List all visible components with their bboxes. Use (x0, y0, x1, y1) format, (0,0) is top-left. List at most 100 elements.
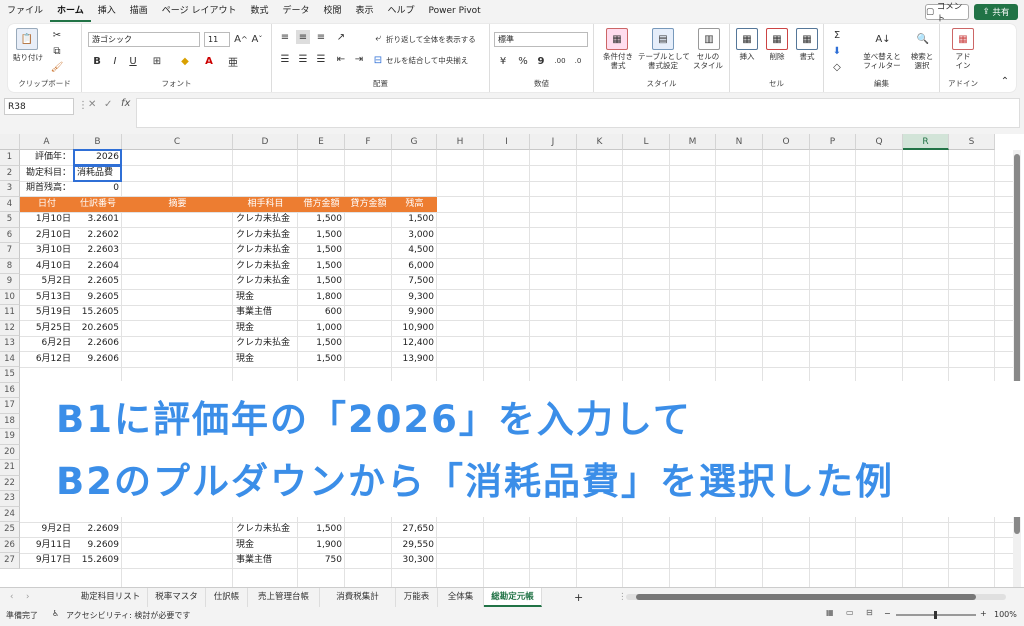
wrap-text-icon[interactable]: ⤶ (372, 32, 384, 44)
table-cell[interactable] (122, 522, 233, 537)
table-cell[interactable] (122, 553, 233, 568)
table-cell[interactable]: 1月10日 (20, 212, 74, 227)
menu-tab-1[interactable]: ホーム (50, 0, 91, 22)
table-cell[interactable] (122, 259, 233, 274)
format-cells-icon[interactable]: ▦ (796, 28, 818, 50)
table-cell[interactable]: 5月2日 (20, 274, 74, 289)
column-header-L[interactable]: L (623, 134, 670, 150)
table-cell[interactable]: 事業主借 (233, 305, 298, 320)
table-cell[interactable]: クレカ未払金 (233, 522, 298, 537)
column-header-A[interactable]: A (20, 134, 74, 150)
sort-filter-label[interactable]: 並べ替えと フィルター (860, 52, 904, 70)
table-cell[interactable]: 600 (298, 305, 345, 320)
comment-button[interactable]: ▢ コメント (925, 2, 969, 24)
account-label[interactable]: 勘定科目： (20, 166, 74, 181)
opening-balance-cell[interactable]: 0 (74, 181, 122, 196)
table-cell[interactable]: クレカ未払金 (233, 336, 298, 351)
table-cell[interactable]: 6月12日 (20, 352, 74, 367)
align-bottom-icon[interactable]: ≡ (314, 30, 328, 44)
formula-input[interactable] (136, 98, 1020, 128)
table-cell[interactable]: 2月10日 (20, 228, 74, 243)
name-box[interactable]: R38 (4, 98, 74, 115)
find-select-label[interactable]: 検索と 選択 (904, 52, 940, 70)
table-cell[interactable]: 10,900 (392, 321, 437, 336)
autosum-icon[interactable]: Σ (830, 28, 844, 42)
table-cell[interactable]: 9.2606 (74, 352, 122, 367)
fill-icon[interactable]: ⬇ (830, 44, 844, 58)
clear-icon[interactable]: ◇ (830, 60, 844, 74)
table-cell[interactable]: 1,500 (298, 274, 345, 289)
column-header-D[interactable]: D (233, 134, 298, 150)
menu-tab-0[interactable]: ファイル (0, 0, 50, 22)
row-header-5[interactable]: 5 (0, 212, 20, 228)
table-cell[interactable]: 1,500 (298, 212, 345, 227)
year-label[interactable]: 評価年： (20, 150, 74, 165)
sort-filter-icon[interactable]: A↓ (872, 28, 894, 50)
row-header-16[interactable]: 16 (0, 382, 20, 398)
table-cell[interactable]: 現金 (233, 538, 298, 553)
orientation-icon[interactable]: ↗ (334, 30, 348, 44)
table-cell[interactable]: 1,900 (298, 538, 345, 553)
table-cell[interactable]: 3,000 (392, 228, 437, 243)
delete-cells-icon[interactable]: ▦ (766, 28, 788, 50)
row-header-13[interactable]: 13 (0, 336, 20, 352)
table-cell[interactable] (122, 228, 233, 243)
menu-tab-8[interactable]: 表示 (349, 0, 381, 22)
bold-icon[interactable]: B (90, 54, 104, 68)
cell-styles-label[interactable]: セルの スタイル (688, 52, 728, 70)
paste-icon[interactable]: 📋 (16, 28, 38, 50)
row-header-26[interactable]: 26 (0, 537, 20, 553)
table-cell[interactable] (122, 305, 233, 320)
sheet-tab-5[interactable]: 万能表 (396, 588, 438, 607)
table-cell[interactable]: 13,900 (392, 352, 437, 367)
table-cell[interactable]: 750 (298, 553, 345, 568)
table-cell[interactable]: 3.2601 (74, 212, 122, 227)
row-header-7[interactable]: 7 (0, 243, 20, 259)
table-cell[interactable] (345, 553, 392, 568)
next-sheet-icon[interactable]: › (20, 588, 35, 607)
prev-sheet-icon[interactable]: ‹ (4, 588, 19, 607)
column-header-B[interactable]: B (74, 134, 122, 150)
select-all-corner[interactable] (0, 134, 20, 150)
sheet-tab-1[interactable]: 税率マスタ (148, 588, 206, 607)
table-cell[interactable]: 2.2604 (74, 259, 122, 274)
table-cell[interactable] (345, 259, 392, 274)
row-header-12[interactable]: 12 (0, 320, 20, 336)
table-cell[interactable]: 30,300 (392, 553, 437, 568)
row-header-21[interactable]: 21 (0, 460, 20, 476)
sheet-tab-0[interactable]: 勘定科目リスト (74, 588, 148, 607)
row-header-19[interactable]: 19 (0, 429, 20, 445)
column-header-R[interactable]: R (903, 134, 949, 150)
table-cell[interactable] (345, 321, 392, 336)
table-cell[interactable]: 5月13日 (20, 290, 74, 305)
column-header-F[interactable]: F (345, 134, 392, 150)
font-color-icon[interactable]: A (202, 54, 216, 68)
table-cell[interactable]: 現金 (233, 290, 298, 305)
copy-icon[interactable]: ⧉ (50, 44, 64, 58)
normal-view-icon[interactable]: ▦ (826, 608, 834, 617)
row-header-18[interactable]: 18 (0, 413, 20, 429)
menu-tab-9[interactable]: ヘルプ (381, 0, 422, 22)
column-header-M[interactable]: M (670, 134, 716, 150)
column-header-H[interactable]: H (437, 134, 484, 150)
menu-tab-4[interactable]: ページ レイアウト (155, 0, 244, 22)
table-cell[interactable]: クレカ未払金 (233, 243, 298, 258)
wrap-text-label[interactable]: 折り返して全体を表示する (386, 35, 486, 44)
row-header-24[interactable]: 24 (0, 506, 20, 522)
table-cell[interactable]: 2.2605 (74, 274, 122, 289)
row-header-20[interactable]: 20 (0, 444, 20, 460)
table-cell[interactable]: クレカ未払金 (233, 259, 298, 274)
table-cell[interactable]: 2.2602 (74, 228, 122, 243)
zoom-out-icon[interactable]: − (884, 609, 891, 618)
zoom-slider-thumb[interactable] (934, 611, 937, 619)
table-cell[interactable]: 事業主借 (233, 553, 298, 568)
table-cell[interactable]: 4月10日 (20, 259, 74, 274)
table-cell[interactable]: 9月2日 (20, 522, 74, 537)
table-cell[interactable]: 6,000 (392, 259, 437, 274)
increase-decimal-icon[interactable]: .00 (552, 54, 568, 68)
row-header-2[interactable]: 2 (0, 165, 20, 181)
sheet-tab-6[interactable]: 全体集計 (438, 588, 484, 621)
comma-icon[interactable]: 9 (534, 54, 548, 68)
table-header-3[interactable]: 相手科目 (233, 196, 298, 212)
table-cell[interactable]: 20.2605 (74, 321, 122, 336)
